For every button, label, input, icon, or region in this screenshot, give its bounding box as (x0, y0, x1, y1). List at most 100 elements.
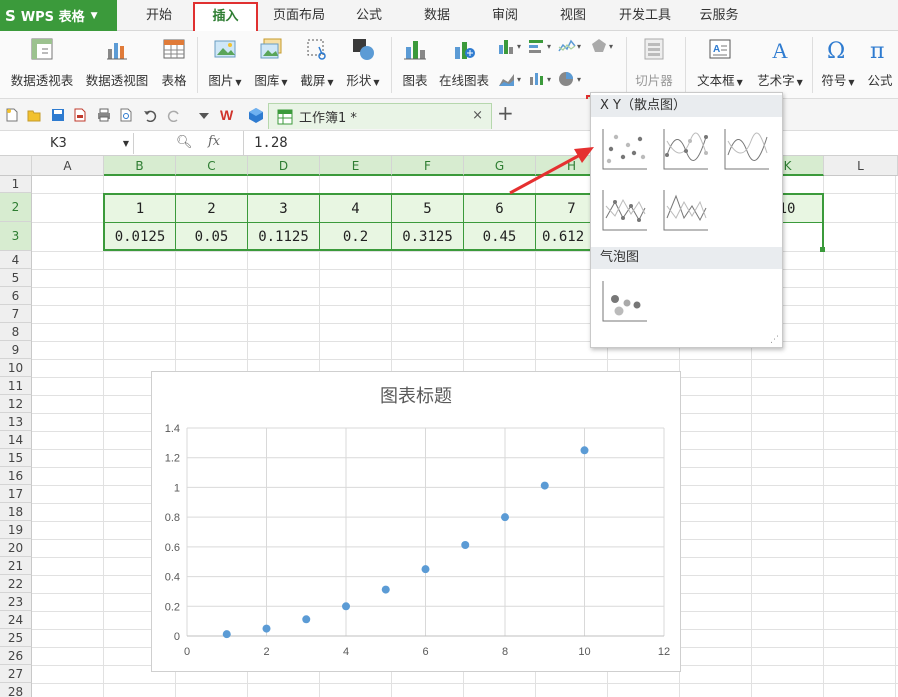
document-tab[interactable]: 工作簿1 * × (268, 103, 492, 129)
row-header-5[interactable]: 5 (0, 269, 32, 287)
row-header-24[interactable]: 24 (0, 611, 32, 629)
column-chart-dropdown[interactable]: ▾ (498, 36, 521, 56)
zoom-search-icon[interactable]: 🔍︎ (176, 135, 193, 150)
column-header-a[interactable]: A (32, 156, 104, 176)
row-header-11[interactable]: 11 (0, 377, 32, 395)
fill-handle[interactable] (820, 247, 825, 252)
scatter-smooth-lines-option[interactable] (723, 127, 771, 171)
tab-data[interactable]: 数据 (416, 0, 458, 31)
column-header-f[interactable]: F (392, 156, 464, 176)
line-chart-dropdown[interactable]: ▾ (558, 36, 581, 56)
radar-chart-dropdown[interactable]: ▾ (590, 36, 613, 56)
row-header-6[interactable]: 6 (0, 287, 32, 305)
app-menu-button[interactable]: S WPS 表格 ▼ (0, 0, 117, 31)
row-header-7[interactable]: 7 (0, 305, 32, 323)
bubble-chart-option[interactable] (601, 279, 649, 323)
new-file-icon[interactable] (4, 107, 20, 123)
open-folder-icon[interactable] (26, 107, 42, 123)
row-header-21[interactable]: 21 (0, 557, 32, 575)
row-header-27[interactable]: 27 (0, 665, 32, 683)
row-header-10[interactable]: 10 (0, 359, 32, 377)
row-header-3[interactable]: 3 (0, 222, 32, 251)
column-header-e[interactable]: E (320, 156, 392, 176)
pie-chart-dropdown[interactable]: ▾ (558, 69, 581, 89)
pivot-chart-button[interactable]: 数据透视图 (84, 36, 150, 89)
row-header-22[interactable]: 22 (0, 575, 32, 593)
row-header-14[interactable]: 14 (0, 431, 32, 449)
cell-b2[interactable]: 1 (105, 195, 175, 223)
row-header-19[interactable]: 19 (0, 521, 32, 539)
scatter-chart[interactable]: 图表标题 0 0.2 0.4 0.6 0.8 1 1.2 1.4 0 2 4 6 8 10 12 (151, 371, 681, 672)
row-header-28[interactable]: 28 (0, 683, 32, 697)
wordart-button[interactable]: A 艺术字 ▼ (754, 36, 806, 89)
row-header-13[interactable]: 13 (0, 413, 32, 431)
column-header-c[interactable]: C (176, 156, 248, 176)
row-header-2[interactable]: 2 (0, 193, 32, 222)
cell-b3[interactable]: 0.0125 (105, 223, 175, 251)
tab-insert[interactable]: 插入 (193, 2, 258, 32)
tab-home[interactable]: 开始 (138, 0, 180, 31)
close-tab-icon[interactable]: × (472, 108, 483, 123)
column-header-l[interactable]: L (824, 156, 898, 176)
symbol-button[interactable]: Ω 符号 ▼ (818, 36, 858, 89)
scatter-smooth-markers-option[interactable] (662, 127, 710, 171)
select-all-corner[interactable] (0, 156, 32, 176)
function-icon[interactable]: fx (208, 134, 220, 149)
column-header-d[interactable]: D (248, 156, 320, 176)
new-tab-plus-icon[interactable]: + (497, 101, 514, 125)
cell-e2[interactable]: 4 (320, 195, 391, 223)
table-button[interactable]: 表格 (158, 36, 190, 89)
bar-chart-dropdown[interactable]: ▾ (528, 36, 551, 56)
name-box[interactable]: K3 ▼ (0, 133, 134, 154)
chart-button[interactable]: 图表 (400, 36, 430, 89)
export-pdf-icon[interactable] (72, 107, 88, 123)
tab-review[interactable]: 审阅 (484, 0, 526, 31)
cell-d2[interactable]: 3 (248, 195, 319, 223)
tab-developer[interactable]: 开发工具 (612, 0, 678, 31)
cell-g3[interactable]: 0.45 (464, 223, 535, 251)
shapes-button[interactable]: 形状 ▼ (344, 36, 382, 89)
gallery-button[interactable]: 图库 ▼ (252, 36, 290, 89)
row-header-16[interactable]: 16 (0, 467, 32, 485)
tab-formulas[interactable]: 公式 (348, 0, 390, 31)
redo-icon[interactable] (166, 107, 182, 123)
cell-c3[interactable]: 0.05 (176, 223, 247, 251)
column-header-b[interactable]: B (104, 156, 176, 176)
scatter-straight-lines-option[interactable] (662, 188, 710, 232)
row-header-8[interactable]: 8 (0, 323, 32, 341)
print-icon[interactable] (96, 107, 112, 123)
cell-d3[interactable]: 0.1125 (248, 223, 319, 251)
row-header-25[interactable]: 25 (0, 629, 32, 647)
save-icon[interactable] (50, 107, 66, 123)
formula-input[interactable]: 1.28 (243, 131, 898, 155)
online-chart-button[interactable]: 在线图表 (436, 36, 492, 89)
tab-page-layout[interactable]: 页面布局 (266, 0, 332, 31)
row-header-23[interactable]: 23 (0, 593, 32, 611)
stock-chart-dropdown[interactable]: ▾ (528, 69, 551, 89)
row-header-4[interactable]: 4 (0, 251, 32, 269)
formula-button[interactable]: π 公式 (864, 36, 896, 89)
wps-home-icon[interactable]: W (220, 107, 236, 123)
undo-icon[interactable] (142, 107, 158, 123)
slicer-button[interactable]: 切片器 (633, 36, 675, 89)
row-header-26[interactable]: 26 (0, 647, 32, 665)
row-header-9[interactable]: 9 (0, 341, 32, 359)
cell-f3[interactable]: 0.3125 (392, 223, 463, 251)
row-header-1[interactable]: 1 (0, 176, 32, 193)
row-header-15[interactable]: 15 (0, 449, 32, 467)
cell-g2[interactable]: 6 (464, 195, 535, 223)
row-header-12[interactable]: 12 (0, 395, 32, 413)
cell-f2[interactable]: 5 (392, 195, 463, 223)
textbox-button[interactable]: A 文本框 ▼ (694, 36, 746, 89)
customize-toolbar-icon[interactable] (196, 107, 212, 123)
cell-c2[interactable]: 2 (176, 195, 247, 223)
resize-grip-icon[interactable]: ⋰ (770, 335, 779, 345)
pivot-table-button[interactable]: 数据透视表 (8, 36, 76, 89)
print-preview-icon[interactable] (118, 107, 134, 123)
scatter-markers-only-option[interactable] (601, 127, 649, 171)
cloud-doc-icon[interactable] (248, 107, 264, 123)
tab-view[interactable]: 视图 (552, 0, 594, 31)
row-header-17[interactable]: 17 (0, 485, 32, 503)
area-chart-dropdown[interactable]: ▾ (498, 69, 521, 89)
row-header-18[interactable]: 18 (0, 503, 32, 521)
